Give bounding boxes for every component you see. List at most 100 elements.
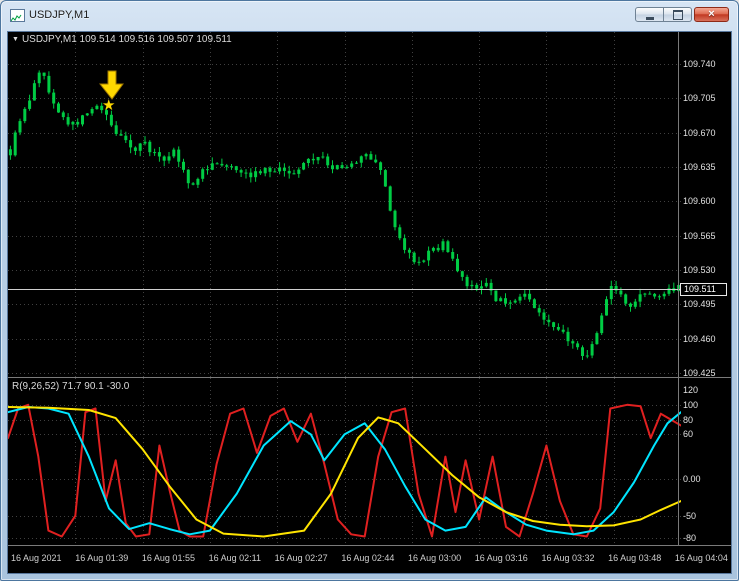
candle bbox=[633, 298, 637, 309]
candle bbox=[177, 146, 181, 168]
price-axis-label: 109.705 bbox=[683, 93, 716, 103]
time-axis-label: 16 Aug 03:00 bbox=[408, 553, 462, 563]
price-axis-label: 109.460 bbox=[683, 334, 716, 344]
candle bbox=[407, 247, 411, 259]
candle bbox=[427, 246, 431, 266]
candle bbox=[114, 121, 118, 136]
time-axis-label: 16 Aug 03:48 bbox=[608, 553, 662, 563]
candle bbox=[403, 234, 407, 254]
candle bbox=[369, 151, 373, 160]
candle bbox=[225, 163, 229, 171]
candle bbox=[489, 279, 493, 296]
time-axis-label: 16 Aug 02:11 bbox=[208, 553, 261, 563]
candle bbox=[292, 169, 296, 175]
chevron-down-icon: ▼ bbox=[12, 36, 19, 43]
maximize-icon bbox=[672, 9, 683, 20]
window-controls: × bbox=[635, 7, 729, 22]
candle bbox=[201, 167, 205, 182]
candle bbox=[331, 160, 334, 174]
candle bbox=[273, 168, 277, 173]
candle bbox=[412, 251, 416, 265]
price-axis-label: 109.495 bbox=[683, 299, 716, 309]
vertical-gridlines bbox=[75, 378, 615, 545]
indicator-line-aqua bbox=[8, 406, 681, 536]
time-axis-label: 16 Aug 03:32 bbox=[541, 553, 595, 563]
candle bbox=[672, 282, 676, 294]
candle bbox=[643, 292, 647, 298]
price-axis-label: 109.600 bbox=[683, 196, 716, 206]
indicator-gridlines bbox=[8, 405, 681, 539]
title-bar[interactable]: USDJPY,M1 × bbox=[1, 1, 738, 30]
candle bbox=[379, 161, 383, 175]
indicator-chart[interactable] bbox=[8, 378, 681, 545]
candle bbox=[196, 177, 200, 188]
price-axis-label: 109.425 bbox=[683, 368, 716, 378]
candle bbox=[561, 324, 565, 334]
candle bbox=[518, 293, 522, 304]
chart-area: 109.511 109.740 109.705 109.670 109.635 109.… bbox=[7, 31, 732, 574]
time-axis-label: 16 Aug 02:27 bbox=[274, 553, 328, 563]
candle bbox=[316, 156, 320, 165]
price-axis[interactable]: 109.511 109.740 109.705 109.670 109.635 109.… bbox=[679, 32, 731, 378]
indicator-axis-label: 100 bbox=[683, 400, 699, 410]
candle bbox=[326, 153, 330, 169]
candle bbox=[614, 280, 618, 294]
candle bbox=[85, 113, 89, 117]
app-window: USDJPY,M1 × 109.511 109.740 109.705 109.67… bbox=[0, 0, 739, 581]
candle bbox=[23, 107, 27, 124]
star-annotation[interactable]: ★ bbox=[102, 98, 115, 113]
indicator-axis-label: 80 bbox=[683, 415, 694, 425]
candle bbox=[388, 185, 392, 212]
maximize-button[interactable] bbox=[664, 7, 692, 22]
time-axis-label: 16 Aug 01:55 bbox=[141, 553, 195, 563]
candle bbox=[460, 270, 464, 281]
candle bbox=[157, 147, 161, 162]
candle bbox=[537, 304, 541, 317]
candle bbox=[206, 165, 209, 175]
indicator-axis-label: 120 bbox=[683, 385, 699, 395]
candle bbox=[95, 104, 99, 110]
candle bbox=[609, 280, 613, 305]
candle bbox=[547, 314, 551, 327]
ohlc-readout: USDJPY,M1 109.514 109.516 109.507 109.51… bbox=[21, 34, 232, 45]
candle bbox=[566, 327, 570, 346]
indicator-axis[interactable]: 120 100 80 60 0.00 -50 -80 bbox=[679, 378, 731, 545]
close-button[interactable]: × bbox=[694, 7, 729, 22]
candle bbox=[297, 167, 301, 178]
candle bbox=[76, 118, 80, 128]
candle bbox=[359, 155, 363, 168]
candle bbox=[311, 153, 315, 165]
indicator-axis-label: -50 bbox=[683, 511, 697, 521]
candle bbox=[383, 169, 387, 187]
candle bbox=[484, 278, 488, 288]
candle bbox=[254, 167, 258, 182]
candle bbox=[133, 146, 137, 155]
candle bbox=[451, 248, 455, 261]
time-axis-label: 16 Aug 02:44 bbox=[341, 553, 395, 563]
candle bbox=[244, 169, 248, 179]
price-axis-label: 109.635 bbox=[683, 162, 716, 172]
time-axis[interactable]: 16 Aug 2021 16 Aug 01:39 16 Aug 01:55 16 Au… bbox=[8, 546, 731, 575]
candle bbox=[590, 341, 594, 359]
candle bbox=[167, 152, 171, 164]
candle bbox=[600, 313, 604, 335]
candle bbox=[465, 274, 469, 289]
candle bbox=[508, 300, 512, 309]
candle bbox=[215, 162, 219, 165]
candle bbox=[172, 147, 176, 159]
minimize-button[interactable] bbox=[635, 7, 664, 22]
vertical-gridlines bbox=[75, 32, 615, 377]
price-axis-label: 109.740 bbox=[683, 59, 716, 69]
candle bbox=[494, 290, 498, 302]
candle bbox=[57, 101, 60, 113]
candle bbox=[18, 118, 22, 136]
candle bbox=[258, 169, 262, 175]
bid-price-badge: 109.511 bbox=[680, 283, 727, 296]
candle bbox=[581, 345, 584, 360]
candle bbox=[638, 288, 642, 308]
candle bbox=[576, 341, 580, 350]
candle bbox=[446, 239, 450, 253]
candle bbox=[249, 168, 253, 183]
candle bbox=[422, 259, 426, 264]
candle bbox=[90, 107, 94, 116]
